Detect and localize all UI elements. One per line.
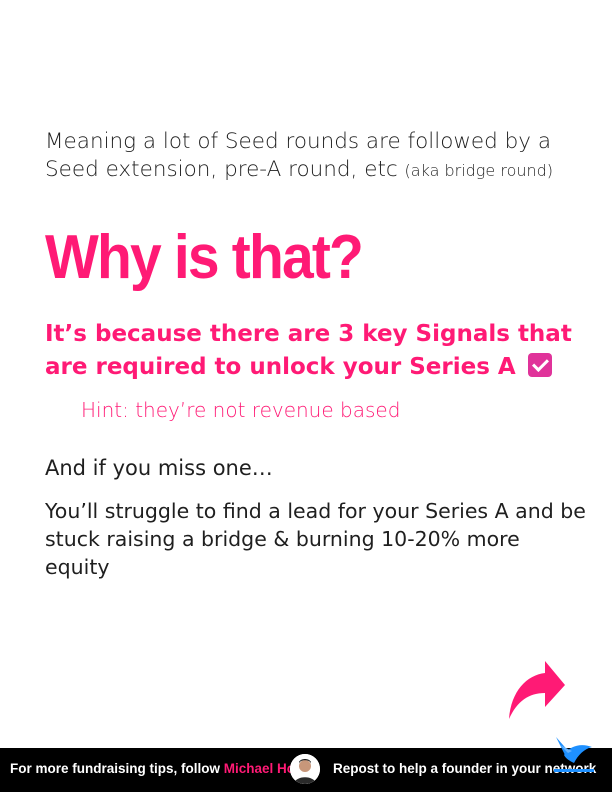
hint-text: Hint: they’re not revenue based: [81, 398, 401, 422]
author-name-link[interactable]: Michael Ho: [224, 761, 295, 776]
subheading: It’s because there are 3 key Signals tha…: [45, 318, 585, 384]
subheading-text: It’s because there are 3 key Signals tha…: [45, 321, 572, 380]
share-arrow-icon: [509, 661, 565, 719]
bird-logo-icon: [554, 737, 594, 772]
intro-paragraph: Meaning a lot of Seed rounds are followe…: [45, 128, 585, 185]
author-avatar: [290, 754, 320, 784]
checkbox-checked-icon: [527, 353, 552, 377]
struggle-paragraph: You’ll struggle to find a lead for your …: [45, 499, 586, 579]
miss-one-text: And if you miss one…: [45, 456, 273, 480]
main-heading: Why is that?: [45, 223, 364, 292]
footer-follow: For more fundraising tips, follow Michae…: [10, 761, 295, 776]
footer-bar: For more fundraising tips, follow Michae…: [0, 748, 612, 792]
intro-aside: (aka bridge round): [404, 161, 554, 180]
footer-follow-text: For more fundraising tips, follow: [10, 761, 221, 776]
